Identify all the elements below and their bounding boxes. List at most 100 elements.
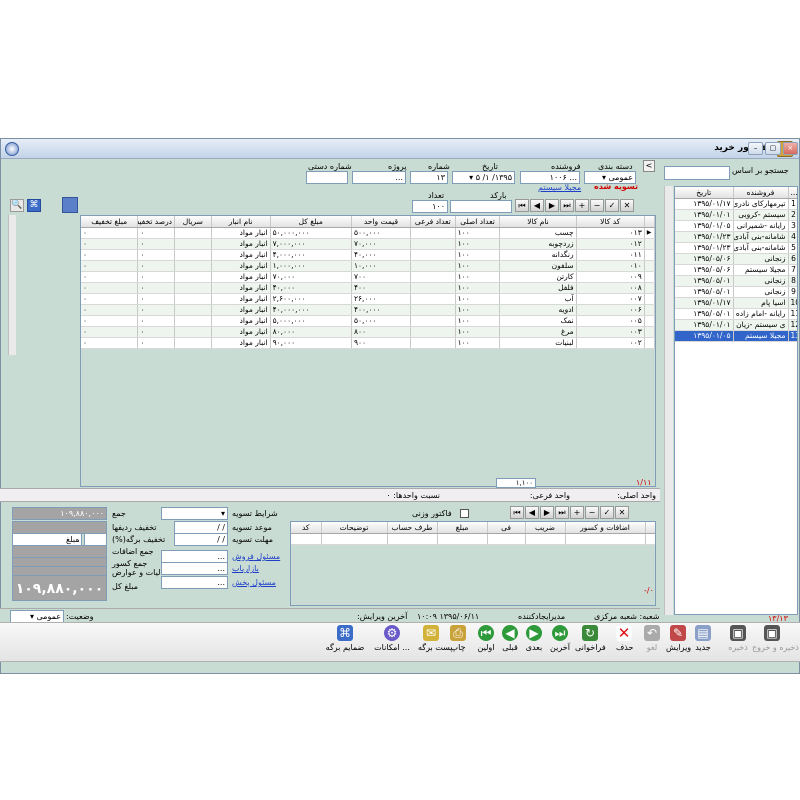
warehouse[interactable]: انبار مواد bbox=[211, 227, 271, 239]
delete-button[interactable]: ✕ حذف bbox=[616, 625, 633, 661]
total-amount[interactable]: ۱,۰۰۰,۰۰۰ bbox=[270, 260, 352, 272]
serial[interactable] bbox=[174, 315, 212, 327]
item-code[interactable]: ۰۱۱ bbox=[576, 249, 645, 261]
total-amount[interactable]: ۷,۰۰۰,۰۰۰ bbox=[270, 238, 352, 250]
item-code[interactable]: ۰۰۸ bbox=[576, 282, 645, 294]
row-selector[interactable] bbox=[644, 304, 655, 316]
next-addition-icon[interactable]: ▶ bbox=[540, 506, 554, 519]
post-sheet-button[interactable]: ✉ پست برگه bbox=[418, 625, 453, 661]
invoice-list-row[interactable]: ۱۳۹۵/۰۵/۰۶ مجیلا سیستم 7 bbox=[675, 264, 797, 276]
dist-resp-link[interactable]: مسئول پخش bbox=[232, 578, 276, 587]
header-item-name[interactable]: نام کالا bbox=[499, 216, 577, 228]
serial[interactable] bbox=[174, 238, 212, 250]
item-row[interactable]: ۰ ۰ انبار مواد ۷,۰۰۰,۰۰۰ ۷۰,۰۰۰ ۱۰۰ زردچوبه ۰۱۲ bbox=[81, 238, 655, 250]
discount-percent[interactable]: ۰ bbox=[137, 293, 176, 305]
total-amount[interactable]: ۲,۶۰۰,۰۰۰ bbox=[270, 293, 352, 305]
remove-row-icon[interactable]: − bbox=[590, 199, 604, 212]
undo-button[interactable]: ↶ لغو bbox=[644, 625, 660, 661]
discount-percent[interactable]: ۰ bbox=[137, 260, 176, 272]
manual-number-input[interactable] bbox=[306, 171, 348, 184]
serial[interactable] bbox=[174, 326, 212, 338]
recall-button[interactable]: ↻ فراخوانی bbox=[575, 625, 606, 661]
invoice-list-row[interactable]: ۱۳۹۵/۰۱/۲۳ شامانه-بنی آبادی 5 bbox=[675, 242, 797, 254]
system-menu-icon[interactable] bbox=[5, 142, 19, 156]
additions-header[interactable]: اضافات و کسور bbox=[565, 522, 646, 534]
main-qty[interactable]: ۱۰۰ bbox=[455, 337, 501, 349]
row-selector[interactable] bbox=[644, 249, 655, 261]
total-amount[interactable]: ۹۰,۰۰۰ bbox=[270, 337, 352, 349]
first-record-icon[interactable]: ⏮ bbox=[515, 199, 529, 212]
item-code[interactable]: ۰۰۷ bbox=[576, 293, 645, 305]
amount-header[interactable]: مبلغ bbox=[437, 522, 488, 534]
discount-amount[interactable]: ۰ bbox=[81, 293, 139, 305]
discount-percent[interactable]: ۰ bbox=[137, 227, 176, 239]
total-amount[interactable]: ۷۰,۰۰۰ bbox=[270, 271, 352, 283]
warehouse[interactable]: انبار مواد bbox=[211, 315, 271, 327]
close-button[interactable]: × bbox=[782, 142, 798, 155]
seller-name-link[interactable]: مجیلا سیستم bbox=[538, 183, 581, 192]
total-amount[interactable]: ۸۰,۰۰۰ bbox=[270, 326, 352, 338]
discount-amount[interactable]: ۰ bbox=[81, 271, 139, 283]
discount-amount[interactable]: ۰ bbox=[81, 227, 139, 239]
main-qty[interactable]: ۱۰۰ bbox=[455, 304, 501, 316]
serial[interactable] bbox=[174, 227, 212, 239]
header-main-qty[interactable]: تعداد اصلی bbox=[455, 216, 501, 228]
warehouse[interactable]: انبار مواد bbox=[211, 271, 271, 283]
list-header-date[interactable]: تاریخ bbox=[675, 187, 734, 199]
discount-amount[interactable]: ۰ bbox=[81, 282, 139, 294]
prev-button[interactable]: ◀ قبلی bbox=[500, 625, 520, 661]
date-input[interactable]: ۱۳۹۵/ ۱/ ۵ ▾ bbox=[452, 171, 515, 184]
serial[interactable] bbox=[174, 271, 212, 283]
main-qty[interactable]: ۱۰۰ bbox=[455, 282, 501, 294]
invoice-list-row[interactable]: ۱۳۹۵/۰۱/۰۵مجیلا سیستم13 bbox=[675, 330, 797, 342]
last-button[interactable]: ⏭ آخرین bbox=[549, 625, 571, 661]
item-name[interactable]: چسب bbox=[499, 227, 577, 239]
sub-qty[interactable] bbox=[410, 304, 456, 316]
header-item-code[interactable]: کد کالا bbox=[576, 216, 645, 228]
cancel-icon[interactable]: ✕ bbox=[620, 199, 634, 212]
warehouse[interactable]: انبار مواد bbox=[211, 337, 271, 349]
collapse-button[interactable]: < bbox=[643, 160, 655, 172]
prev-record-icon[interactable]: ◀ bbox=[530, 199, 544, 212]
main-qty[interactable]: ۱۰۰ bbox=[455, 326, 501, 338]
unit-price[interactable]: ۷۰,۰۰۰ bbox=[351, 238, 411, 250]
invoice-list-row[interactable]: ۱۳۹۵/۰۵/۰۶ زنجانی 6 bbox=[675, 253, 797, 265]
first-button[interactable]: ⏮ اولین bbox=[476, 625, 496, 661]
item-code[interactable]: ۰۰۲ bbox=[576, 337, 645, 349]
discount-percent[interactable]: ۰ bbox=[137, 271, 176, 283]
item-code[interactable]: ۰۱۳ bbox=[576, 227, 645, 239]
row-selector[interactable] bbox=[644, 337, 655, 349]
list-header-seller[interactable]: فروشنده bbox=[733, 187, 789, 199]
weight-invoice-checkbox[interactable] bbox=[460, 509, 469, 518]
unit-price[interactable]: ۴۰۰,۰۰۰ bbox=[351, 304, 411, 316]
number-input[interactable]: ۱۳ bbox=[410, 171, 448, 184]
prev-addition-icon[interactable]: ◀ bbox=[525, 506, 539, 519]
header-total-amount[interactable]: مبلغ کل bbox=[270, 216, 352, 228]
warehouse[interactable]: انبار مواد bbox=[211, 238, 271, 250]
item-code[interactable]: ۰۰۹ bbox=[576, 271, 645, 283]
sub-qty[interactable] bbox=[410, 315, 456, 327]
first-addition-icon[interactable]: ⏮ bbox=[510, 506, 524, 519]
discount-percent[interactable]: ۰ bbox=[137, 337, 176, 349]
row-selector[interactable] bbox=[644, 315, 655, 327]
row-selector[interactable] bbox=[644, 260, 655, 272]
marketer-input[interactable]: ... bbox=[161, 562, 228, 575]
list-header-row[interactable]: ... bbox=[788, 187, 797, 199]
discount-percent[interactable]: ۰ bbox=[137, 282, 176, 294]
description-header[interactable]: توضیحات bbox=[321, 522, 388, 534]
row-selector[interactable] bbox=[644, 271, 655, 283]
total-amount[interactable]: ۴,۰۰۰,۰۰۰ bbox=[270, 249, 352, 261]
invoice-list-row[interactable]: ۱۳۹۵/۰۵/۰۱رایانه -امام زاده11 bbox=[675, 308, 797, 320]
invoice-list-row[interactable]: ۱۳۹۵/۰۵/۰۱ زنجانی 9 bbox=[675, 286, 797, 298]
warehouse[interactable]: انبار مواد bbox=[211, 293, 271, 305]
new-button[interactable]: ▤ جدید bbox=[693, 625, 713, 661]
item-row[interactable]: ۰ ۰ انبار مواد ۱,۰۰۰,۰۰۰ ۱۰,۰۰۰ ۱۰۰ سلفون ۰۱۰ bbox=[81, 260, 655, 272]
item-name[interactable]: کارتن bbox=[499, 271, 577, 283]
item-name[interactable]: سلفون bbox=[499, 260, 577, 272]
item-code[interactable]: ۰۱۲ bbox=[576, 238, 645, 250]
invoice-list-row[interactable]: ۱۳۹۵/۰۱/۰۱ سیستم -کروبی 2 bbox=[675, 209, 797, 221]
header-warehouse[interactable]: نام انبار bbox=[211, 216, 271, 228]
row-selector[interactable] bbox=[644, 326, 655, 338]
item-code[interactable]: ۰۰۶ bbox=[576, 304, 645, 316]
invoice-list-row[interactable]: ۱۳۹۵/۰۱/۲۳ شامانه-بنی آبادی 4 bbox=[675, 231, 797, 243]
